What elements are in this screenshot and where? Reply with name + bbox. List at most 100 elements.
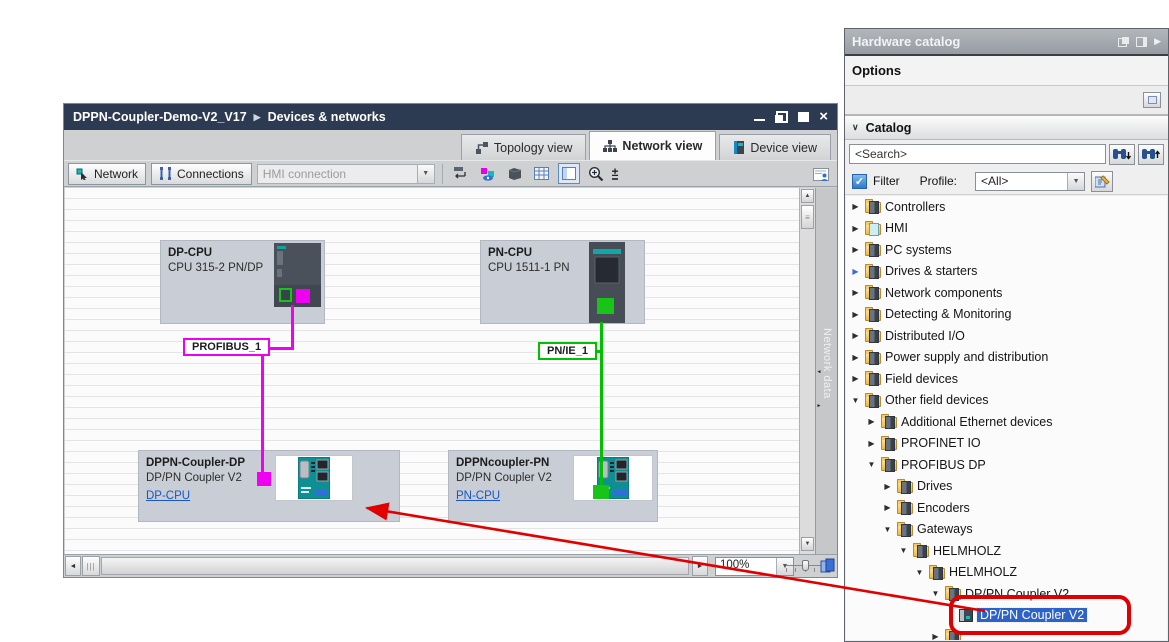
chevron-right-icon[interactable]: ▶ [850,224,861,233]
catalog-item-detecting-monitoring[interactable]: ▶ Detecting & Monitoring [846,304,1167,326]
station-dppncoupler-pn[interactable]: DPPNcoupler-PN DP/PN Coupler V2 PN-CPU [448,450,658,522]
chevron-down-icon[interactable]: ▼ [850,396,861,405]
zoom-button[interactable] [585,163,607,184]
split-pane-button[interactable] [557,163,580,184]
subnet-label-profibus[interactable]: PROFIBUS_1 [183,338,271,356]
zoom-slider-knob[interactable] [802,560,809,571]
catalog-item-controllers[interactable]: ▶ Controllers [846,196,1167,218]
vertical-scroll-thumb[interactable]: ≡ [801,205,814,229]
catalog-item-other-field-devices[interactable]: ▼ Other field devices [846,390,1167,412]
subnet-label-pnie[interactable]: PN/IE_1 [538,342,597,360]
catalog-item-distributed-io[interactable]: ▶ Distributed I/O [846,325,1167,347]
combo-dropdown-icon[interactable]: ▼ [416,164,434,183]
catalog-section-header[interactable]: ∨ Catalog [845,116,1168,140]
tab-topology-view[interactable]: Topology view [460,134,587,160]
catalog-item-gateways[interactable]: ▼ Gateways [846,519,1167,541]
connections-button[interactable]: Connections [151,162,252,185]
dp-pn-coupler-device-icon[interactable] [298,457,330,499]
profile-dropdown-icon[interactable]: ▼ [1067,172,1085,190]
show-station-names-button[interactable] [450,163,472,184]
section-chevron-icon[interactable]: ∨ [852,122,859,133]
ethernet-line-segment[interactable] [600,322,603,486]
scroll-left-icon[interactable]: ◄ [65,556,81,576]
collapse-left-icon[interactable]: ◄ [815,364,823,380]
catalog-item-encoders[interactable]: ▶ Encoders [846,497,1167,519]
catalog-item-helmholz-1[interactable]: ▼ HELMHOLZ [846,540,1167,562]
chevron-right-icon[interactable]: ▶ [850,245,861,254]
catalog-item-network-components[interactable]: ▶ Network components [846,282,1167,304]
catalog-item-helmholz-2[interactable]: ▼ HELMHOLZ [846,562,1167,584]
close-icon[interactable]: × [819,109,828,124]
profibus-line-segment[interactable] [291,305,294,350]
catalog-item-additional-ethernet[interactable]: ▶ Additional Ethernet devices [846,411,1167,433]
go-to-pn-cpu-link[interactable]: PN-CPU [456,487,500,506]
chevron-down-icon[interactable]: ▼ [930,589,941,598]
maximize-icon[interactable] [797,111,810,123]
chevron-right-icon[interactable]: ▶ [850,288,861,297]
tab-device-view[interactable]: Device view [719,134,831,160]
collapse-pane-icon[interactable]: ▶ [1154,36,1161,47]
show-relations-button[interactable] [477,163,499,184]
chevron-right-icon[interactable]: ▶ [850,331,861,340]
pn-port[interactable] [593,485,609,499]
collapse-right-icon[interactable]: ► [815,398,823,414]
scroll-down-icon[interactable]: ▼ [801,537,814,551]
dock-pane-icon[interactable] [1136,36,1148,47]
chevron-right-icon[interactable]: ▶ [882,503,893,512]
catalog-item-profinet-io[interactable]: ▶ PROFINET IO [846,433,1167,455]
station-pn-cpu[interactable]: PN-CPU CPU 1511-1 PN [480,240,645,324]
show-address-labels-button[interactable] [810,164,832,185]
edit-profile-button[interactable] [1091,170,1114,192]
station-dppn-coupler-dp[interactable]: DPPN-Coupler-DP DP/PN Coupler V2 DP-CPU [138,450,400,522]
fit-to-window-button[interactable] [816,555,838,576]
chevron-right-icon[interactable]: ▶ [882,482,893,491]
breadcrumb-page[interactable]: Devices & networks [268,110,386,124]
filter-checkbox[interactable]: ✓ [852,173,867,189]
station-dp-cpu[interactable]: DP-CPU CPU 315-2 PN/DP [160,240,325,324]
zoom-level-combo[interactable]: 100% ▼ [715,557,794,576]
catalog-title-bar[interactable]: Hardware catalog ▶ [845,29,1168,56]
horizontal-scroll-thumb[interactable] [101,557,689,575]
highlight-io-button[interactable] [504,163,526,184]
network-data-side-tab[interactable]: Network data ◄ ► [815,188,837,554]
catalog-item-dppn-coupler-v2[interactable]: DP/PN Coupler V2 [846,605,1167,627]
chevron-right-icon[interactable]: ▶ [850,202,861,211]
scroll-right-icon[interactable]: ► [692,556,708,576]
search-input[interactable]: <Search> [849,144,1106,164]
zoom-dropdown[interactable]: ± [611,166,619,180]
search-up-button[interactable] [1138,143,1164,165]
restore-icon[interactable] [775,111,789,123]
search-down-button[interactable] [1109,143,1135,165]
catalog-item-drives[interactable]: ▶ Drives [846,476,1167,498]
profibus-line-segment[interactable] [261,347,264,473]
chevron-down-icon[interactable]: ▼ [882,525,893,534]
table-view-button[interactable] [531,163,553,184]
cpu-315-device-icon[interactable] [274,243,321,307]
catalog-item-drives-starters[interactable]: ▶ Drives & starters [846,261,1167,283]
network-mode-button[interactable]: Network [68,162,147,185]
chevron-down-icon[interactable]: ▼ [898,546,909,555]
chevron-right-icon[interactable]: ▶ [866,417,877,426]
profile-combo[interactable]: <All> ▼ [975,171,1086,191]
catalog-item-dppn-coupler-folder[interactable]: ▼ DP/PN Coupler V2 [846,583,1167,605]
dp-port[interactable] [257,472,271,486]
cpu-1511-device-icon[interactable] [589,242,625,323]
chevron-right-icon[interactable]: ▶ [850,267,861,276]
tab-network-view[interactable]: Network view [589,131,717,160]
chevron-down-icon[interactable]: ▼ [914,568,925,577]
catalog-item-pc-systems[interactable]: ▶ PC systems [846,239,1167,261]
minimize-icon[interactable] [753,111,766,123]
chevron-right-icon[interactable]: ▶ [850,374,861,383]
chevron-right-icon[interactable]: ▶ [850,353,861,362]
catalog-item-partial[interactable]: ▶ [846,626,1167,640]
catalog-item-power-supply[interactable]: ▶ Power supply and distribution [846,347,1167,369]
float-pane-icon[interactable] [1118,36,1130,47]
catalog-tool-button[interactable] [1143,92,1161,108]
scroll-up-icon[interactable]: ▲ [801,189,814,203]
chevron-right-icon[interactable]: ▶ [850,310,861,319]
go-to-dp-cpu-link[interactable]: DP-CPU [146,487,190,506]
catalog-item-profibus-dp[interactable]: ▼ PROFIBUS DP [846,454,1167,476]
catalog-item-hmi[interactable]: ▶ HMI [846,218,1167,240]
breadcrumb-project[interactable]: DPPN-Coupler-Demo-V2_V17 [73,110,247,124]
chevron-right-icon[interactable]: ▶ [866,439,877,448]
